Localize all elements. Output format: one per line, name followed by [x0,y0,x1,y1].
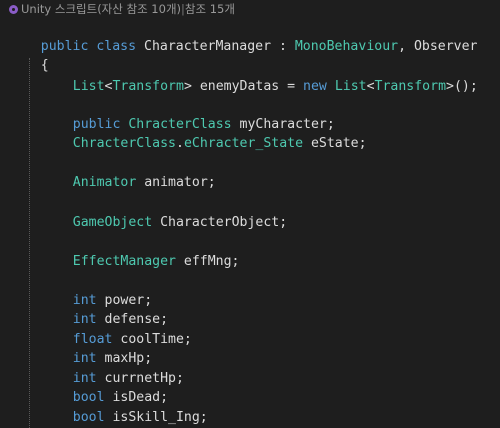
unity-icon [9,5,18,14]
punct-token: . [175,136,184,151]
codelens-bar: Unity 스크립트(자산 참조 10개)|참조 15개 [0,0,235,18]
identifier-token: effMng; [175,254,240,269]
code-line-class-declaration[interactable]: public class CharacterManager : MonoBeha… [9,17,478,54]
code-editor[interactable]: Unity 스크립트(자산 참조 10개)|참조 15개 public clas… [0,0,500,428]
code-line-currnet-hp[interactable]: int currnetHp; [41,349,184,386]
type-token: Animator [72,175,137,190]
type-token: List [334,79,367,94]
type-token: List [72,79,105,94]
type-token: eChracter_State [183,136,304,151]
type-token: ChracterClass [72,136,176,151]
type-token: Transform [112,79,184,94]
keyword-token: class [96,39,137,54]
code-line-estate[interactable]: ChracterClass.eChracter_State eState; [41,114,367,151]
indent-guide [29,58,30,428]
identifier-token: animator; [136,175,216,190]
codelens-unity-link[interactable]: Unity 스크립트(자산 참조 10개) [21,2,181,16]
keyword-token: new [303,79,327,94]
punct-token: < [366,79,375,94]
code-line-is-dead[interactable]: bool isDead; [41,368,168,405]
identifier-token: , Observer [398,39,478,54]
code-line-eff-mng[interactable]: EffectManager effMng; [41,232,240,269]
code-line-open-brace[interactable]: { [9,36,49,73]
punct-token: >(); [446,79,478,94]
identifier-token: CharacterObject; [152,215,288,230]
codelens-references-link[interactable]: 참조 15개 [185,2,235,16]
type-token: EffectManager [72,254,176,269]
code-line-cool-time[interactable]: float coolTime; [41,310,192,347]
code-line-character-object[interactable]: GameObject CharacterObject; [41,193,287,230]
code-line-enemy-datas[interactable]: List<Transform> enemyDatas = new List<Tr… [41,57,478,94]
type-token: Transform [374,79,447,94]
code-line-defense[interactable]: int defense; [41,290,168,327]
code-line-max-hp[interactable]: int maxHp; [41,329,152,366]
identifier-token: CharacterManager : [136,39,295,54]
code-line-power[interactable]: int power; [41,271,152,308]
codelens-unity-label: Unity [21,2,52,16]
code-line-my-character[interactable]: public ChracterClass myCharacter; [41,95,335,132]
code-line-is-skill-ing[interactable]: bool isSkill_Ing; [41,388,208,425]
keyword-token: bool [72,410,105,425]
identifier-token: > enemyDatas = [183,79,304,94]
identifier-token: isSkill_Ing; [104,410,208,425]
codelens-asset-refs: 스크립트(자산 참조 10개) [54,2,182,16]
code-line-animator[interactable]: Animator animator; [41,153,216,190]
type-token: MonoBehaviour [294,39,399,54]
identifier-token: eState; [303,136,367,151]
type-token: GameObject [72,215,153,230]
